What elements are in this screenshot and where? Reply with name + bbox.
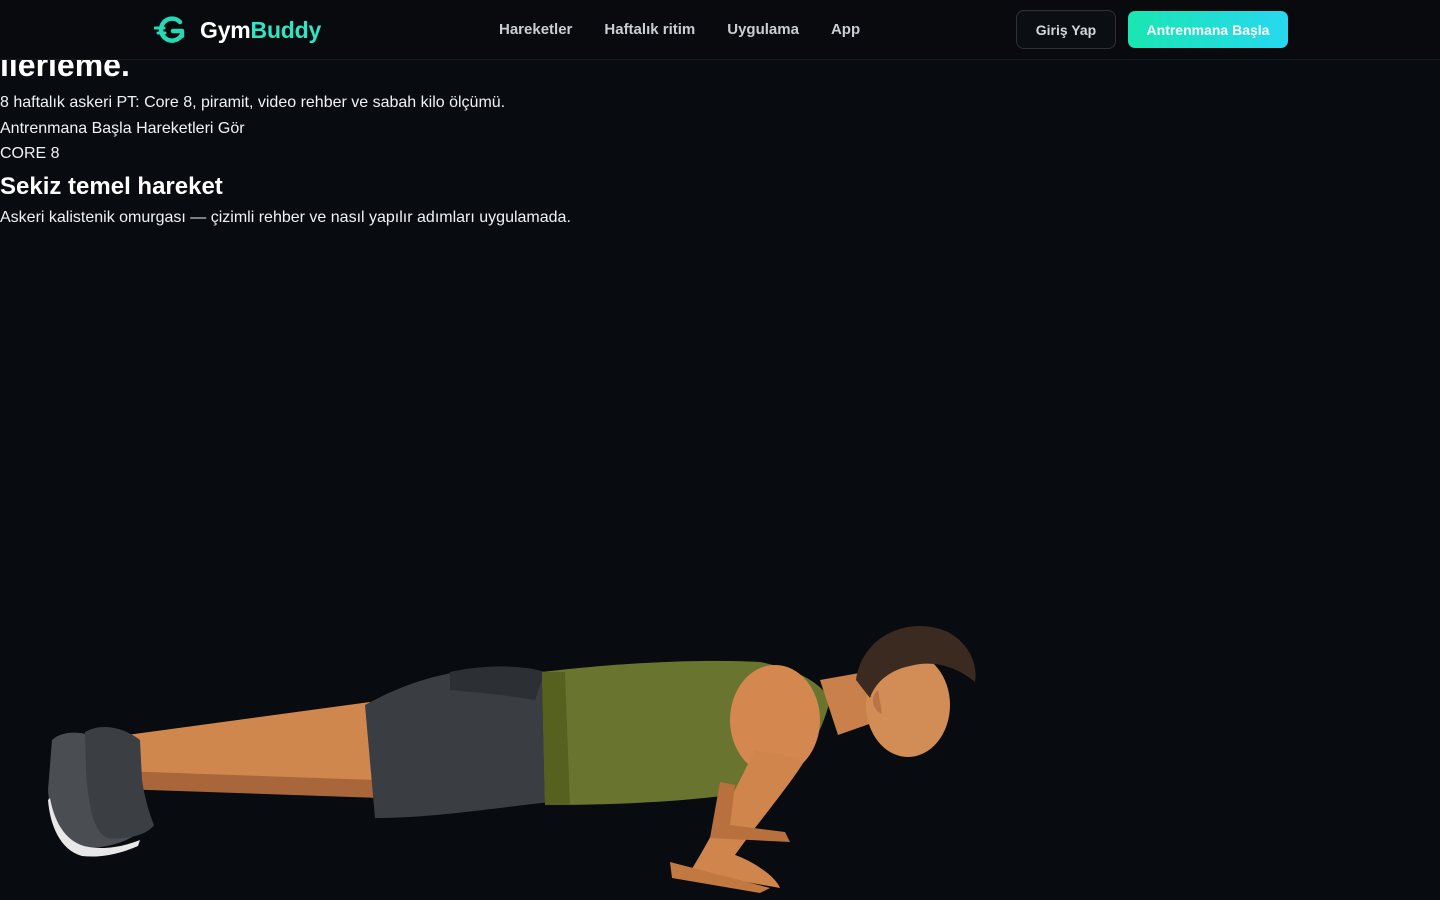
nav-link-uygulama[interactable]: Uygulama (727, 20, 799, 40)
top-navbar: GymBuddy Hareketler Haftalık ritim Uygul… (0, 0, 1440, 60)
hero-exercises-link[interactable]: Hareketleri Gör (136, 120, 244, 137)
brand-logo[interactable]: GymBuddy (154, 14, 321, 46)
login-button[interactable]: Giriş Yap (1016, 10, 1116, 49)
hero-cta-group: Antrenmana Başla Hareketleri Gör (0, 119, 245, 139)
start-training-button[interactable]: Antrenmana Başla (1128, 11, 1288, 48)
gymbuddy-logo-icon (154, 16, 185, 43)
nav-link-hareketler[interactable]: Hareketler (499, 20, 572, 40)
hero-start-link[interactable]: Antrenmana Başla (0, 120, 132, 137)
brand-name: GymBuddy (200, 17, 322, 43)
nav-link-haftalik-ritim[interactable]: Haftalık ritim (604, 20, 695, 40)
landing-page: GymBuddy Hareketler Haftalık ritim Uygul… (0, 0, 1440, 900)
section-title: Sekiz temel hareket (0, 173, 223, 200)
hero-subtitle: 8 haftalık askeri PT: Core 8, piramit, v… (0, 94, 506, 111)
pushup-illustration (48, 625, 976, 893)
section-subtitle: Askeri kalistenik omurgası — çizimli reh… (0, 209, 571, 226)
main-nav: Hareketler Haftalık ritim Uygulama App (499, 20, 892, 40)
nav-link-app[interactable]: App (831, 20, 860, 40)
core-badge: CORE 8 (0, 145, 60, 162)
